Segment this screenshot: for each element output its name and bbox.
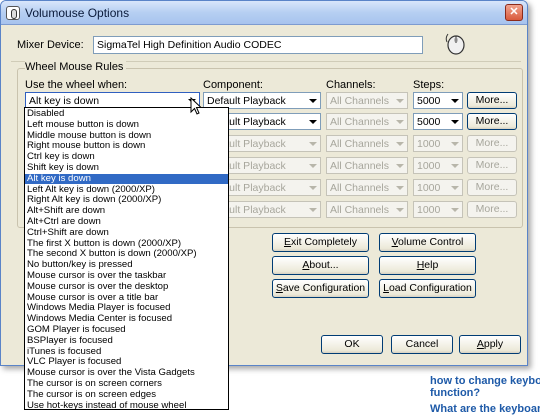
steps-select-1[interactable]: 5000	[413, 92, 463, 109]
chevron-down-icon	[305, 180, 320, 195]
chevron-down-icon	[305, 93, 320, 108]
steps-select-2[interactable]: 5000	[413, 113, 463, 130]
channels-select-3: All Channels	[326, 135, 408, 152]
load-configuration-button[interactable]: Load Configuration	[379, 279, 476, 298]
dropdown-option[interactable]: BSPlayer is focused	[25, 335, 228, 346]
dropdown-option[interactable]: Mouse cursor is over the taskbar	[25, 270, 228, 281]
close-button[interactable]: ✕	[505, 4, 523, 21]
chevron-down-icon	[447, 158, 462, 173]
more-button-5: More...	[467, 179, 517, 196]
exit-completely-button[interactable]: Exit Completely	[272, 233, 369, 252]
about-button[interactable]: About...	[272, 256, 369, 275]
dropdown-option[interactable]: Ctrl+Shift are down	[25, 227, 228, 238]
apply-button[interactable]: Apply	[459, 335, 521, 354]
chevron-down-icon	[447, 180, 462, 195]
channels-select-5: All Channels	[326, 179, 408, 196]
dropdown-option[interactable]: The cursor is on screen corners	[25, 378, 228, 389]
dropdown-option[interactable]: Shift key is down	[25, 162, 228, 173]
dropdown-option[interactable]: Mouse cursor is over the desktop	[25, 281, 228, 292]
chevron-down-icon	[447, 93, 462, 108]
chevron-down-icon	[392, 93, 407, 108]
cancel-button[interactable]: Cancel	[391, 335, 453, 354]
title-bar[interactable]: Volumouse Options ✕	[1, 1, 527, 25]
more-button-3: More...	[467, 135, 517, 152]
steps-select-4: 1000	[413, 157, 463, 174]
wheel-mouse-rules-label: Wheel Mouse Rules	[25, 61, 127, 73]
dropdown-option[interactable]: Use hot-keys instead of mouse wheel	[25, 400, 228, 409]
mixer-device-label: Mixer Device:	[17, 39, 84, 51]
channels-select-2: All Channels	[326, 113, 408, 130]
chevron-down-icon	[392, 202, 407, 217]
bg-link-function[interactable]: function?	[430, 387, 480, 399]
dropdown-option[interactable]: Alt+Ctrl are down	[25, 216, 228, 227]
chevron-down-icon	[305, 158, 320, 173]
window-title: Volumouse Options	[25, 6, 130, 20]
chevron-down-icon	[392, 180, 407, 195]
chevron-down-icon	[447, 136, 462, 151]
dropdown-option[interactable]: Left mouse button is down	[25, 119, 228, 130]
steps-select-6: 1000	[413, 201, 463, 218]
volume-control-button[interactable]: Volume Control	[379, 233, 476, 252]
dropdown-option[interactable]: GOM Player is focused	[25, 324, 228, 335]
more-button-1[interactable]: More...	[467, 92, 517, 109]
ok-button[interactable]: OK	[321, 335, 383, 354]
channels-select-4: All Channels	[326, 157, 408, 174]
wheel-condition-dropdown-list[interactable]: Disabled Left mouse button is down Middle …	[24, 107, 229, 410]
chevron-down-icon	[305, 136, 320, 151]
channels-select-6: All Channels	[326, 201, 408, 218]
mixer-device-select[interactable]: SigmaTel High Definition Audio CODEC	[93, 36, 423, 54]
header-steps: Steps:	[413, 79, 445, 91]
mouse-pointer-icon	[190, 97, 203, 115]
chevron-down-icon	[392, 114, 407, 129]
dropdown-option[interactable]: The cursor is on screen edges	[25, 389, 228, 400]
chevron-down-icon	[392, 136, 407, 151]
more-button-2[interactable]: More...	[467, 113, 517, 130]
bg-link-keyboard-shortcuts[interactable]: What are the keyboard s	[430, 403, 540, 415]
app-mouse-icon	[6, 6, 20, 20]
mouse-icon	[445, 33, 465, 55]
dropdown-option[interactable]: Alt key is down	[25, 173, 228, 185]
help-button[interactable]: Help	[379, 256, 476, 275]
bg-link-change-keyboard[interactable]: how to change keyboard	[430, 375, 540, 387]
header-use-wheel-when: Use the wheel when:	[25, 79, 128, 91]
chevron-down-icon	[447, 114, 462, 129]
steps-select-5: 1000	[413, 179, 463, 196]
steps-select-3: 1000	[413, 135, 463, 152]
more-button-4: More...	[467, 157, 517, 174]
channels-select-1: All Channels	[326, 92, 408, 109]
save-configuration-button[interactable]: Save Configuration	[272, 279, 369, 298]
header-channels: Channels:	[326, 79, 376, 91]
more-button-6: More...	[467, 201, 517, 218]
chevron-down-icon	[305, 114, 320, 129]
header-component: Component:	[203, 79, 263, 91]
chevron-down-icon	[305, 202, 320, 217]
chevron-down-icon	[447, 202, 462, 217]
chevron-down-icon	[392, 158, 407, 173]
